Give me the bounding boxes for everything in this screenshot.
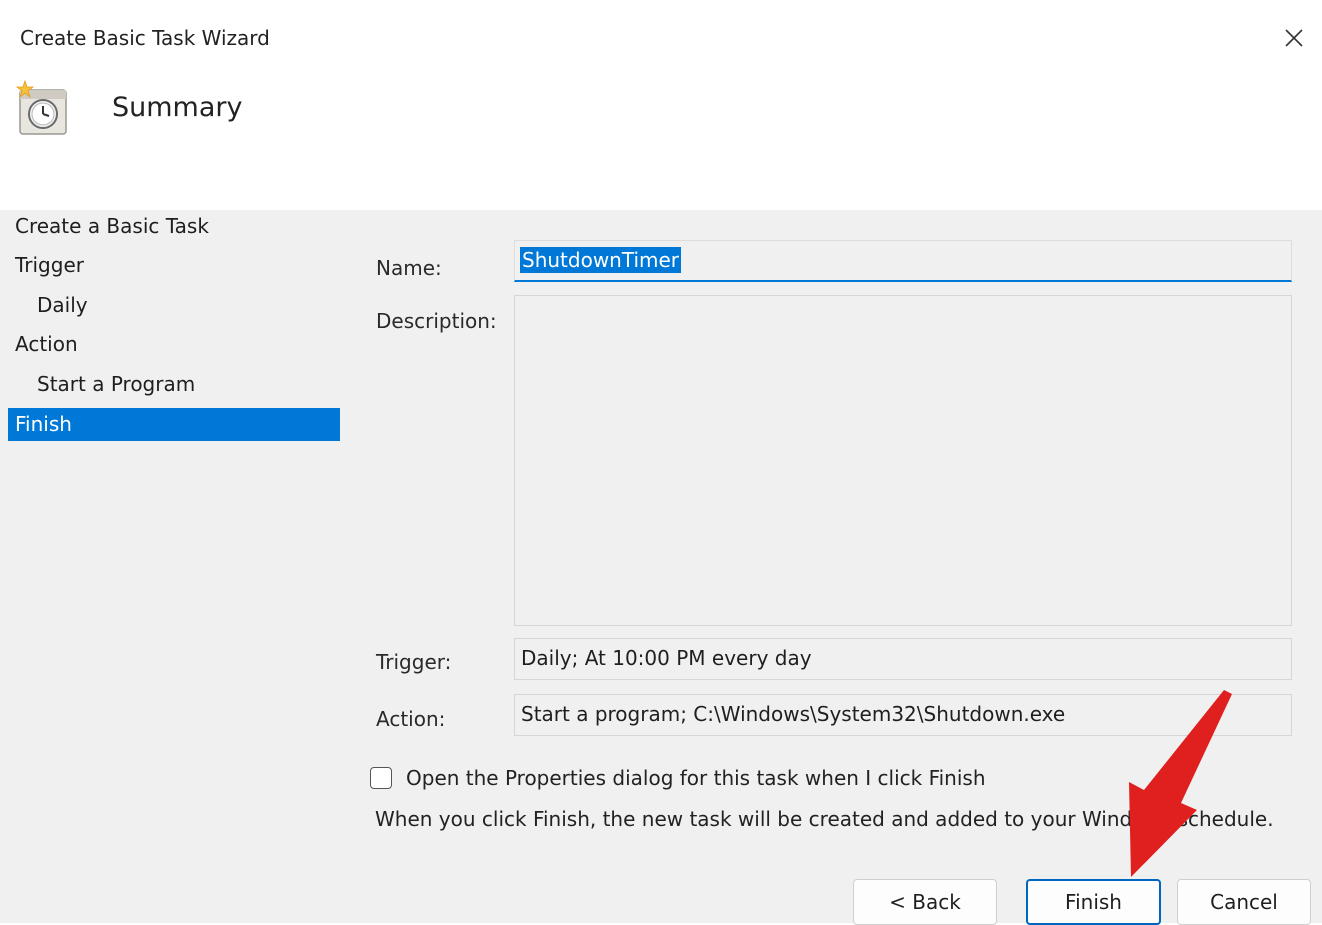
finish-info-text: When you click Finish, the new task will…	[375, 807, 1274, 831]
finish-button[interactable]: Finish	[1026, 879, 1161, 925]
trigger-value-field: Daily; At 10:00 PM every day	[514, 638, 1292, 680]
name-field[interactable]: ShutdownTimer	[514, 240, 1292, 282]
trigger-label: Trigger:	[376, 650, 452, 674]
close-button[interactable]	[1276, 20, 1312, 56]
name-label: Name:	[376, 256, 442, 280]
close-icon	[1285, 29, 1303, 47]
description-label: Description:	[376, 309, 497, 333]
window-title: Create Basic Task Wizard	[20, 26, 270, 50]
nav-item-start-a-program[interactable]: Start a Program	[8, 368, 340, 401]
cancel-button[interactable]: Cancel	[1177, 879, 1311, 925]
task-scheduler-clock-icon	[13, 79, 73, 136]
open-properties-label: Open the Properties dialog for this task…	[406, 766, 986, 790]
wizard-content: Create a Basic Task Trigger Daily Action…	[0, 210, 1322, 925]
nav-item-action[interactable]: Action	[8, 328, 340, 361]
action-label: Action:	[376, 707, 446, 731]
title-bar: Create Basic Task Wizard Summary	[0, 0, 1322, 210]
nav-item-create-basic-task[interactable]: Create a Basic Task	[8, 210, 340, 243]
nav-item-trigger[interactable]: Trigger	[8, 249, 340, 282]
open-properties-checkbox[interactable]	[370, 767, 392, 789]
page-title: Summary	[112, 92, 243, 123]
description-field[interactable]	[514, 295, 1292, 626]
name-value: ShutdownTimer	[520, 247, 682, 273]
nav-item-finish[interactable]: Finish	[8, 408, 340, 441]
back-button[interactable]: < Back	[853, 879, 997, 925]
action-value-field: Start a program; C:\Windows\System32\Shu…	[514, 694, 1292, 736]
nav-item-daily[interactable]: Daily	[8, 289, 340, 322]
